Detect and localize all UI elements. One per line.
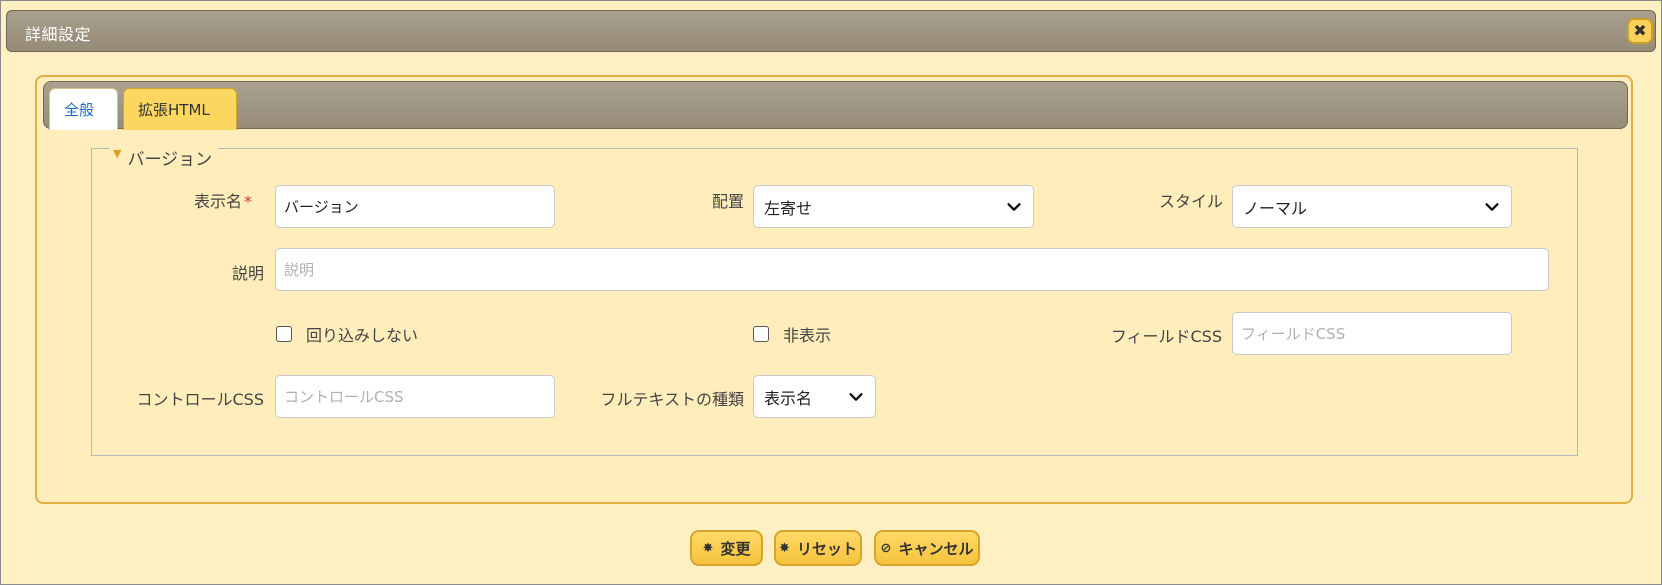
- detail-settings-dialog: 詳細設定 ✖ 全般 拡張HTML ▼ バージョン 表示名* 配置 左寄せ スタイ…: [0, 0, 1662, 585]
- chevron-down-icon: [849, 392, 863, 401]
- group-legend-label: バージョン: [127, 149, 213, 170]
- change-button-label: 変更: [720, 539, 751, 558]
- collapse-triangle-icon: ▼: [113, 146, 122, 160]
- reset-button[interactable]: ✸ リセット: [774, 530, 862, 566]
- close-button[interactable]: ✖: [1627, 18, 1653, 44]
- display-name-input[interactable]: [275, 185, 555, 228]
- style-select[interactable]: ノーマル: [1232, 185, 1512, 228]
- control-css-input[interactable]: [275, 375, 555, 418]
- change-button[interactable]: ✸ 変更: [690, 530, 763, 566]
- fulltext-type-select-value: 表示名: [764, 388, 813, 408]
- description-input[interactable]: [275, 248, 1549, 291]
- reset-button-label: リセット: [796, 539, 857, 558]
- cancel-icon: ⊘: [880, 540, 892, 556]
- gear-icon: ✸: [702, 540, 714, 556]
- chevron-down-icon: [1007, 202, 1021, 211]
- no-wrap-label: 回り込みしない: [306, 326, 419, 345]
- style-label: スタイル: [1158, 192, 1223, 211]
- cancel-button[interactable]: ⊘ キャンセル: [874, 530, 980, 566]
- fulltext-type-label: フルテキストの種類: [600, 390, 744, 409]
- field-css-input[interactable]: [1232, 312, 1512, 355]
- align-select-value: 左寄せ: [764, 198, 813, 218]
- hidden-checkbox[interactable]: 非表示: [753, 322, 831, 346]
- control-css-label: コントロールCSS: [136, 390, 265, 409]
- chevron-down-icon: [1485, 202, 1499, 211]
- hidden-label: 非表示: [783, 326, 832, 345]
- tab-bar: 全般 拡張HTML: [43, 81, 1628, 130]
- hidden-checkbox-box[interactable]: [753, 326, 769, 342]
- gear-icon: ✸: [779, 540, 790, 556]
- group-legend[interactable]: ▼ バージョン: [109, 146, 219, 170]
- dialog-title: 詳細設定: [25, 25, 92, 44]
- no-wrap-checkbox-box[interactable]: [276, 326, 292, 342]
- align-label: 配置: [711, 192, 744, 211]
- dialog-titlebar: 詳細設定 ✖: [6, 10, 1656, 52]
- display-name-label-text: 表示名: [193, 192, 242, 211]
- tab-extended-html[interactable]: 拡張HTML: [123, 88, 237, 130]
- style-select-value: ノーマル: [1243, 198, 1308, 218]
- align-select[interactable]: 左寄せ: [753, 185, 1034, 228]
- description-label: 説明: [231, 264, 264, 283]
- fulltext-type-select[interactable]: 表示名: [753, 375, 876, 418]
- cancel-button-label: キャンセル: [898, 539, 974, 558]
- required-mark: *: [244, 192, 252, 211]
- close-icon: ✖: [1633, 21, 1647, 40]
- field-css-label: フィールドCSS: [1110, 327, 1222, 346]
- tab-general[interactable]: 全般: [49, 88, 118, 130]
- display-name-label: 表示名 *: [151, 188, 252, 212]
- no-wrap-checkbox[interactable]: 回り込みしない: [276, 322, 418, 346]
